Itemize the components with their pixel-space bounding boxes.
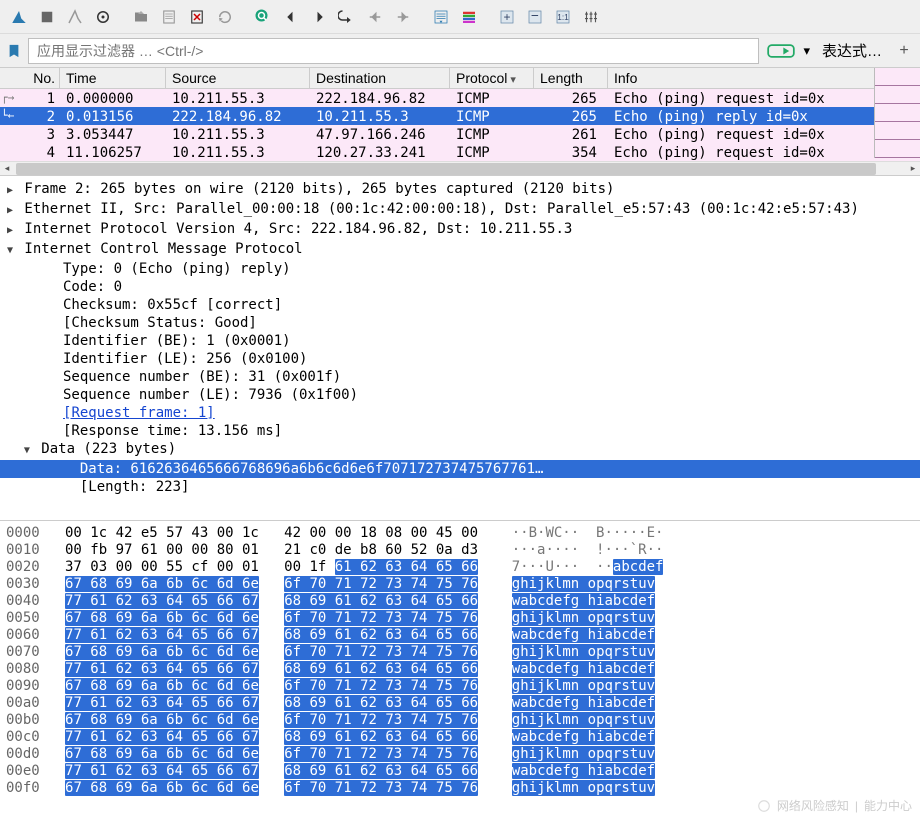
display-filter-input[interactable]	[28, 38, 759, 64]
main-toolbar: + − 1:1	[0, 0, 920, 34]
hex-row[interactable]: 0030 67 68 69 6a 6b 6c 6d 6e 6f 70 71 72…	[6, 576, 914, 593]
detail-line[interactable]: Code: 0	[0, 278, 920, 296]
hex-row[interactable]: 00b0 67 68 69 6a 6b 6c 6d 6e 6f 70 71 72…	[6, 712, 914, 729]
hex-row[interactable]: 0050 67 68 69 6a 6b 6c 6d 6e 6f 70 71 72…	[6, 610, 914, 627]
stop-icon[interactable]	[34, 4, 60, 30]
zoom-in-icon[interactable]: +	[494, 4, 520, 30]
go-first-icon[interactable]	[362, 4, 388, 30]
add-filter-button[interactable]: +	[894, 42, 914, 60]
svg-text:−: −	[531, 8, 539, 23]
go-to-packet-icon[interactable]	[334, 4, 360, 30]
detail-line[interactable]: Sequence number (LE): 7936 (0x1f00)	[0, 386, 920, 404]
detail-line[interactable]: [Length: 223]	[0, 478, 920, 496]
zoom-reset-icon[interactable]: 1:1	[550, 4, 576, 30]
detail-line[interactable]: ▼ Data (223 bytes)	[0, 440, 920, 460]
svg-text:1:1: 1:1	[557, 13, 569, 22]
detail-line[interactable]: ▶ Ethernet II, Src: Parallel_00:00:18 (0…	[0, 200, 920, 220]
col-header-source[interactable]: Source	[166, 68, 310, 88]
hex-row[interactable]: 0080 77 61 62 63 64 65 66 67 68 69 61 62…	[6, 661, 914, 678]
packet-row[interactable]: 33.05344710.211.55.347.97.166.246ICMP261…	[0, 125, 920, 143]
minimap[interactable]	[874, 68, 920, 158]
open-file-icon[interactable]	[128, 4, 154, 30]
close-file-icon[interactable]	[184, 4, 210, 30]
packet-row[interactable]: 411.10625710.211.55.3120.27.33.241ICMP35…	[0, 143, 920, 161]
col-header-protocol[interactable]: Protocol	[450, 68, 534, 88]
packet-details-pane[interactable]: ▶ Frame 2: 265 bytes on wire (2120 bits)…	[0, 176, 920, 521]
hex-row[interactable]: 00f0 67 68 69 6a 6b 6c 6d 6e 6f 70 71 72…	[6, 780, 914, 797]
autoscroll-icon[interactable]	[428, 4, 454, 30]
hex-row[interactable]: 0070 67 68 69 6a 6b 6c 6d 6e 6f 70 71 72…	[6, 644, 914, 661]
detail-line[interactable]: [Checksum Status: Good]	[0, 314, 920, 332]
detail-line[interactable]: ▶ Frame 2: 265 bytes on wire (2120 bits)…	[0, 180, 920, 200]
display-filter-bar: ▾ 表达式… +	[0, 34, 920, 68]
shark-fin-icon[interactable]	[6, 4, 32, 30]
hex-row[interactable]: 0020 37 03 00 00 55 cf 00 01 00 1f 61 62…	[6, 559, 914, 576]
hex-row[interactable]: 00a0 77 61 62 63 64 65 66 67 68 69 61 62…	[6, 695, 914, 712]
find-icon[interactable]	[250, 4, 276, 30]
packet-list-pane: No. Time Source Destination Protocol Len…	[0, 68, 920, 176]
save-file-icon[interactable]	[156, 4, 182, 30]
zoom-out-icon[interactable]: −	[522, 4, 548, 30]
col-header-time[interactable]: Time	[60, 68, 166, 88]
go-back-icon[interactable]	[278, 4, 304, 30]
expression-button[interactable]: 表达式…	[816, 40, 888, 61]
colorize-icon[interactable]	[456, 4, 482, 30]
detail-line[interactable]: Type: 0 (Echo (ping) reply)	[0, 260, 920, 278]
hex-row[interactable]: 0090 67 68 69 6a 6b 6c 6d 6e 6f 70 71 72…	[6, 678, 914, 695]
packet-bytes-pane[interactable]: 0000 00 1c 42 e5 57 43 00 1c 42 00 00 18…	[0, 521, 920, 818]
hex-row[interactable]: 0040 77 61 62 63 64 65 66 67 68 69 61 62…	[6, 593, 914, 610]
detail-line[interactable]: [Response time: 13.156 ms]	[0, 422, 920, 440]
go-forward-icon[interactable]	[306, 4, 332, 30]
col-header-destination[interactable]: Destination	[310, 68, 450, 88]
hex-row[interactable]: 0010 00 fb 97 61 00 00 80 01 21 c0 de b8…	[6, 542, 914, 559]
packet-list-header[interactable]: No. Time Source Destination Protocol Len…	[0, 68, 920, 89]
detail-line[interactable]: Data: 6162636465666768696a6b6c6d6e6f7071…	[0, 460, 920, 478]
detail-line[interactable]: Sequence number (BE): 31 (0x001f)	[0, 368, 920, 386]
packet-list-hscroll[interactable]: ◂▸	[0, 161, 920, 175]
reload-icon[interactable]	[212, 4, 238, 30]
col-header-length[interactable]: Length	[534, 68, 608, 88]
detail-line[interactable]: Identifier (BE): 1 (0x0001)	[0, 332, 920, 350]
detail-line[interactable]: Identifier (LE): 256 (0x0100)	[0, 350, 920, 368]
hex-row[interactable]: 0060 77 61 62 63 64 65 66 67 68 69 61 62…	[6, 627, 914, 644]
col-header-no[interactable]: No.	[0, 68, 60, 88]
detail-line[interactable]: Checksum: 0x55cf [correct]	[0, 296, 920, 314]
resize-columns-icon[interactable]	[578, 4, 604, 30]
hex-row[interactable]: 00d0 67 68 69 6a 6b 6c 6d 6e 6f 70 71 72…	[6, 746, 914, 763]
restart-capture-icon[interactable]	[62, 4, 88, 30]
svg-text:+: +	[503, 9, 510, 23]
hex-row[interactable]: 00e0 77 61 62 63 64 65 66 67 68 69 61 62…	[6, 763, 914, 780]
packet-row[interactable]: └←20.013156222.184.96.8210.211.55.3ICMP2…	[0, 107, 920, 125]
go-last-icon[interactable]	[390, 4, 416, 30]
apply-filter-icon[interactable]	[765, 39, 797, 63]
packet-row[interactable]: ┌→10.00000010.211.55.3222.184.96.82ICMP2…	[0, 89, 920, 107]
detail-line[interactable]: ▶ Internet Protocol Version 4, Src: 222.…	[0, 220, 920, 240]
hex-row[interactable]: 00c0 77 61 62 63 64 65 66 67 68 69 61 62…	[6, 729, 914, 746]
hex-row[interactable]: 0000 00 1c 42 e5 57 43 00 1c 42 00 00 18…	[6, 525, 914, 542]
capture-options-icon[interactable]	[90, 4, 116, 30]
detail-line[interactable]: ▼ Internet Control Message Protocol	[0, 240, 920, 260]
detail-line[interactable]: [Request frame: 1]	[0, 404, 920, 422]
bookmark-icon[interactable]	[6, 43, 22, 59]
watermark: 网络风险感知|能力中心	[757, 797, 912, 814]
